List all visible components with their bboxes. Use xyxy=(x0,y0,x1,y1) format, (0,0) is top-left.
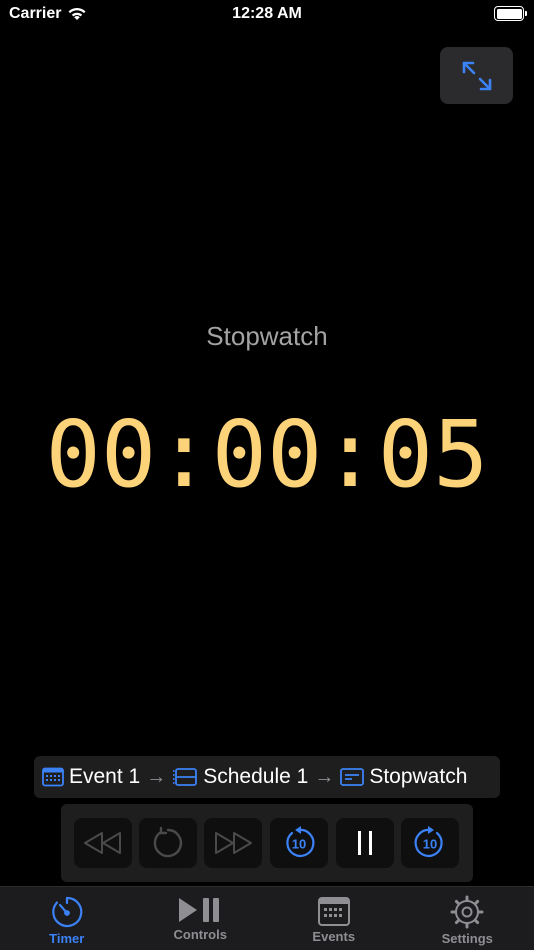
playback-controls: 10 10 xyxy=(61,804,473,882)
fast-forward-button[interactable] xyxy=(204,818,262,868)
tab-settings[interactable]: Settings xyxy=(401,887,534,950)
fast-forward-icon xyxy=(215,832,252,854)
pause-icon xyxy=(358,831,372,855)
arrow-right-icon: → xyxy=(314,765,335,788)
arrow-right-icon: → xyxy=(146,765,167,788)
calendar-icon xyxy=(42,767,64,787)
skip-back-10-button[interactable]: 10 xyxy=(270,818,328,868)
breadcrumb-timer[interactable]: Stopwatch xyxy=(340,765,467,789)
skip-forward-10-button[interactable]: 10 xyxy=(401,818,459,868)
skip-forward-10-icon: 10 xyxy=(414,826,443,857)
battery-icon xyxy=(494,6,527,21)
play-pause-icon xyxy=(179,898,220,922)
breadcrumb-schedule[interactable]: Schedule 1 xyxy=(172,765,308,789)
timer-icon xyxy=(51,896,83,928)
breadcrumb-schedule-label: Schedule 1 xyxy=(203,765,309,788)
tab-controls[interactable]: Controls xyxy=(134,887,268,950)
calendar-icon xyxy=(317,897,350,926)
skip-back-10-label: 10 xyxy=(292,837,306,852)
tab-timer-label: Timer xyxy=(49,931,85,946)
tab-events[interactable]: Events xyxy=(267,887,401,950)
tab-settings-label: Settings xyxy=(441,931,493,946)
breadcrumb-timer-label: Stopwatch xyxy=(369,765,468,788)
rewind-button[interactable] xyxy=(74,818,132,868)
breadcrumb-event[interactable]: Event 1 xyxy=(42,765,140,789)
rewind-icon xyxy=(84,832,121,854)
timer-display: 00:00:05 xyxy=(45,401,489,508)
timer-card-icon xyxy=(340,768,365,786)
reset-button[interactable] xyxy=(139,818,197,868)
tab-controls-label: Controls xyxy=(173,927,227,942)
breadcrumb-event-label: Event 1 xyxy=(69,765,141,788)
timer-mode-label: Stopwatch xyxy=(206,321,328,351)
skip-back-10-icon: 10 xyxy=(286,826,315,857)
status-bar: Carrier 12:28 AM xyxy=(0,0,534,30)
expand-icon xyxy=(462,61,491,90)
tab-timer[interactable]: Timer xyxy=(0,887,134,950)
tab-events-label: Events xyxy=(312,929,356,944)
gear-icon xyxy=(450,895,484,929)
status-time: 12:28 AM xyxy=(232,5,302,22)
tab-bar: Timer Controls Events Settings xyxy=(0,886,534,950)
breadcrumb: Event 1 → Schedule 1 → Stopwatch xyxy=(34,756,500,798)
reset-icon xyxy=(153,826,183,858)
pause-button[interactable] xyxy=(336,818,394,868)
schedule-icon xyxy=(173,768,198,786)
skip-forward-10-label: 10 xyxy=(423,837,437,852)
fullscreen-button[interactable] xyxy=(440,47,513,104)
